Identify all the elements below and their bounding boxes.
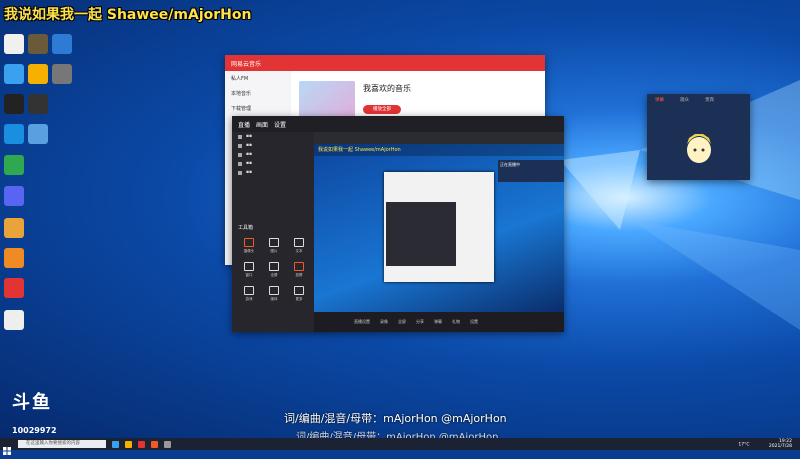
edge-desktop-icon[interactable] <box>4 64 24 84</box>
preview-caption: 我说如果我一起 Shawee/mAjorHon <box>314 144 564 156</box>
action-gift[interactable]: 礼物 <box>452 319 460 325</box>
tab-vip[interactable]: 贵宾 <box>705 97 714 103</box>
clock-date[interactable]: 2021/7/28 <box>769 444 792 449</box>
app-desktop-icon[interactable] <box>4 124 24 144</box>
danmaku-tabs: 弹幕 观众 贵宾 <box>647 94 750 106</box>
app-desktop-icon[interactable] <box>4 94 24 114</box>
netease-taskbar-icon[interactable] <box>138 440 145 448</box>
preview-notice: 正在直播中 <box>498 160 564 182</box>
douyu-tab-settings[interactable]: 设置 <box>274 120 286 129</box>
toolbox-title: 工具箱 <box>238 225 254 231</box>
action-settings[interactable]: 设置 <box>470 319 478 325</box>
app-desktop-icon[interactable] <box>28 64 48 84</box>
stream-preview: 我说如果我一起 Shawee/mAjorHon 正在直播中 <box>314 144 564 312</box>
danmaku-panel[interactable]: 弹幕 观众 贵宾 <box>647 94 750 180</box>
app-desktop-icon[interactable] <box>28 94 48 114</box>
action-danmaku[interactable]: 弹幕 <box>434 319 442 325</box>
action-fullscreen[interactable]: 全屏 <box>398 319 406 325</box>
playlist-title: 我喜欢的音乐 <box>363 84 411 93</box>
app-desktop-icon[interactable] <box>52 64 72 84</box>
subtitle-line-1: 词/编曲/混音/母带：mAjorHon @mAjorHon <box>284 412 507 425</box>
app-desktop-icon[interactable] <box>4 218 24 238</box>
app-desktop-icon[interactable] <box>52 34 72 54</box>
douyu-sidebar: ▪▪ ▪▪ ▪▪ ▪▪ ▪▪ 工具箱 摄像头 图片 文本 窗口 全屏 投屏 游戏… <box>232 132 314 332</box>
sidebar-item-download[interactable]: 下载管理 <box>225 101 291 116</box>
tool-media[interactable]: 媒体 <box>263 286 285 304</box>
play-all-button[interactable]: 播放全部 <box>363 105 401 114</box>
chrome-desktop-icon[interactable] <box>4 34 24 54</box>
douyu-tab-live[interactable]: 直播 <box>238 120 250 129</box>
windows-start-icon[interactable] <box>3 440 11 455</box>
douyu-bottom-bar: 直播设置 录像 全屏 分享 弹幕 礼物 设置 <box>314 312 564 332</box>
taskbar: 在这里输入你要搜索的内容 17°C 19:22 2021/7/28 <box>0 438 800 455</box>
taskbar-search-input[interactable]: 在这里输入你要搜索的内容 <box>18 440 106 448</box>
tab-audience[interactable]: 观众 <box>680 97 689 103</box>
edge-taskbar-icon[interactable] <box>112 440 119 448</box>
tab-danmaku[interactable]: 弹幕 <box>655 97 664 103</box>
app-desktop-icon[interactable] <box>28 34 48 54</box>
action-stream-settings[interactable]: 直播设置 <box>354 319 370 325</box>
douyu-tab-scene[interactable]: 画面 <box>256 120 268 129</box>
netease-desktop-icon[interactable] <box>4 278 24 298</box>
sidebar-item-local[interactable]: 本地音乐 <box>225 86 291 101</box>
douyu-logo: 斗鱼 10029972 <box>12 392 57 436</box>
tool-text[interactable]: 文本 <box>288 238 310 256</box>
subtitle-line-2: 词/编曲/混音/母带：mAjorHon @mAjorHon <box>296 432 499 438</box>
scene-list-item[interactable]: ▪▪ <box>232 150 314 159</box>
cartoon-avatar-image <box>687 134 711 163</box>
douyu-companion-window[interactable]: 直播 画面 设置 ▪▪ ▪▪ ▪▪ ▪▪ ▪▪ 工具箱 摄像头 图片 文本 窗口… <box>232 116 564 332</box>
nested-douyu-window <box>386 202 456 266</box>
tool-fullscreen[interactable]: 全屏 <box>263 262 285 280</box>
tool-camera[interactable]: 摄像头 <box>238 238 260 256</box>
scene-list-item[interactable]: ▪▪ <box>232 159 314 168</box>
douyu-titlebar[interactable]: 直播 画面 设置 <box>232 116 564 132</box>
tool-more[interactable]: 更多 <box>288 286 310 304</box>
system-tray: 17°C 19:22 2021/7/28 <box>738 439 792 449</box>
explorer-taskbar-icon[interactable] <box>125 440 132 448</box>
scene-list-item[interactable]: ▪▪ <box>232 132 314 141</box>
desktop: 我说如果我一起 Shawee/mAjorHon 网易云音乐 私人FM 本地音乐 … <box>0 0 800 438</box>
room-id: 10029972 <box>12 426 57 435</box>
app-desktop-icon[interactable] <box>4 155 24 175</box>
douyu-logo-text: 斗鱼 <box>12 392 52 413</box>
app-desktop-icon[interactable] <box>4 248 24 268</box>
douyu-taskbar-icon[interactable] <box>151 440 158 448</box>
weather-text[interactable]: 17°C <box>738 443 749 448</box>
discord-desktop-icon[interactable] <box>4 186 24 206</box>
music-app-name: 网易云音乐 <box>231 60 262 68</box>
action-share[interactable]: 分享 <box>416 319 424 325</box>
stream-overlay-title: 我说如果我一起 Shawee/mAjorHon <box>4 7 252 23</box>
tool-window[interactable]: 窗口 <box>238 262 260 280</box>
scene-list-item[interactable]: ▪▪ <box>232 141 314 150</box>
toolbox-grid: 摄像头 图片 文本 窗口 全屏 投屏 游戏 媒体 更多 <box>238 238 312 304</box>
app-taskbar-icon[interactable] <box>164 440 171 448</box>
app-desktop-icon[interactable] <box>28 124 48 144</box>
file-desktop-icon[interactable] <box>4 310 24 330</box>
sidebar-item-fm[interactable]: 私人FM <box>225 71 291 86</box>
scene-list-item[interactable]: ▪▪ <box>232 168 314 177</box>
action-record[interactable]: 录像 <box>380 319 388 325</box>
music-titlebar[interactable]: 网易云音乐 <box>225 55 545 71</box>
tool-game[interactable]: 游戏 <box>238 286 260 304</box>
tool-cast[interactable]: 投屏 <box>288 262 310 280</box>
tool-image[interactable]: 图片 <box>263 238 285 256</box>
